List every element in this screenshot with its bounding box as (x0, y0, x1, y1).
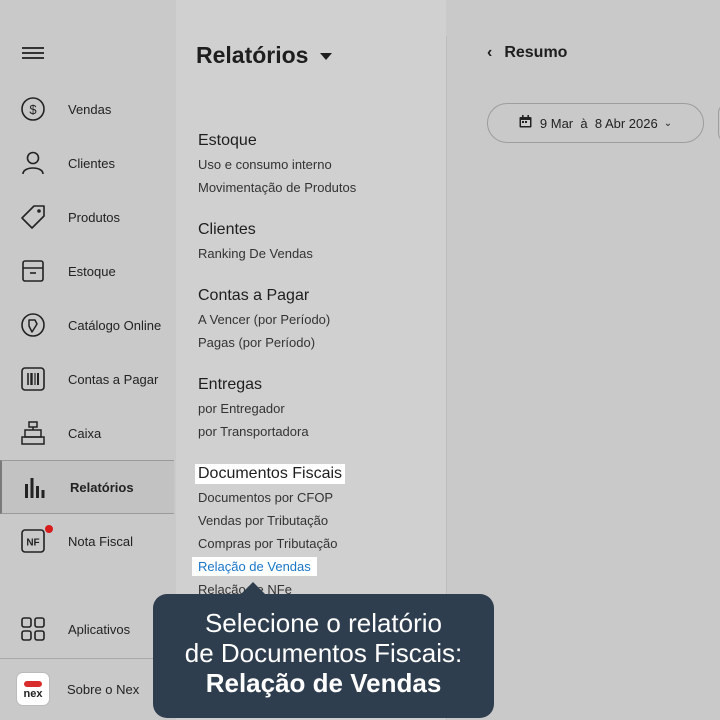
sidebar-item-label: Produtos (68, 209, 121, 225)
sidebar-item-label: Nota Fiscal (68, 533, 134, 549)
bar-chart-icon (22, 474, 48, 500)
tooltip-line: de Documentos Fiscais: (184, 638, 463, 668)
sidebar-item-sobre-o-nex[interactable]: nex Sobre o Nex (0, 662, 176, 716)
sidebar-item-label: Sobre o Nex (67, 681, 140, 697)
sidebar-item-aplicativos[interactable]: Aplicativos (0, 602, 176, 656)
report-link[interactable]: A Vencer (por Período) (198, 312, 330, 327)
report-link[interactable]: por Transportadora (198, 424, 309, 439)
sidebar-item-label: Vendas (68, 101, 112, 117)
barcode-icon (20, 366, 46, 392)
nf-icon: NF (20, 528, 46, 554)
chevron-left-icon: ‹ (487, 44, 493, 61)
tooltip-line: Selecione o relatório (204, 608, 443, 638)
tag-icon (20, 204, 46, 230)
section-title-entregas: Entregas (198, 376, 263, 393)
date-range-text: 9 Mar à 8 Abr 2026 (539, 115, 658, 131)
sidebar-item-clientes[interactable]: Clientes (0, 136, 176, 190)
report-link[interactable]: Ranking De Vendas (198, 246, 313, 261)
menu-icon[interactable] (22, 44, 44, 62)
page-title: Relatórios (196, 42, 309, 68)
sidebar: $ Vendas Clientes Produtos Estoque Catál… (0, 0, 176, 720)
report-link[interactable]: Documentos por CFOP (198, 490, 333, 505)
apps-grid-icon (20, 616, 46, 642)
dollar-circle-icon: $ (20, 96, 46, 122)
svg-text:NF: NF (26, 538, 39, 549)
report-link[interactable]: Vendas por Tributação (198, 513, 328, 528)
sidebar-item-produtos[interactable]: Produtos (0, 190, 176, 244)
sidebar-item-vendas[interactable]: $ Vendas (0, 82, 176, 136)
sidebar-item-caixa[interactable]: Caixa (0, 406, 176, 460)
tooltip: Selecione o relatório de Documentos Fisc… (153, 594, 494, 718)
report-link-relacao-de-vendas[interactable]: Relação de Vendas (192, 557, 317, 576)
sidebar-item-label: Catálogo Online (68, 317, 162, 333)
chevron-down-icon: ⌄ (663, 117, 673, 129)
report-link[interactable]: Uso e consumo interno (198, 157, 332, 172)
sidebar-item-label: Clientes (68, 155, 115, 171)
caret-down-icon (320, 53, 333, 60)
box-icon (20, 258, 46, 284)
cash-register-icon (20, 420, 46, 446)
sidebar-item-label: Aplicativos (68, 621, 131, 637)
report-link[interactable]: Pagas (por Período) (198, 335, 315, 350)
sidebar-item-label: Caixa (68, 425, 102, 441)
sidebar-item-label: Contas a Pagar (68, 371, 159, 387)
back-button[interactable]: ‹ Resumo (487, 44, 567, 62)
report-link[interactable]: Compras por Tributação (198, 536, 337, 551)
section-title-contas-a-pagar: Contas a Pagar (198, 287, 310, 304)
reports-dropdown[interactable]: Relatórios (196, 42, 333, 69)
sidebar-item-nota-fiscal[interactable]: NF Nota Fiscal (0, 514, 176, 568)
notification-dot (45, 525, 53, 533)
sidebar-item-catalogo-online[interactable]: Catálogo Online (0, 298, 176, 352)
sidebar-item-contas-a-pagar[interactable]: Contas a Pagar (0, 352, 176, 406)
sidebar-divider (0, 658, 176, 659)
catalog-icon (20, 312, 46, 338)
user-icon (20, 150, 46, 176)
section-title-documentos-fiscais: Documentos Fiscais (195, 464, 346, 484)
sidebar-item-label: Estoque (68, 263, 116, 279)
back-label: Resumo (504, 44, 568, 61)
report-link[interactable]: Movimentação de Produtos (198, 180, 356, 195)
section-title-clientes: Clientes (198, 221, 256, 238)
calendar-icon (519, 115, 532, 131)
nex-logo-icon: nex (16, 672, 50, 706)
svg-text:$: $ (29, 102, 37, 117)
report-link[interactable]: por Entregador (198, 401, 285, 416)
tooltip-line-bold: Relação de Vendas (205, 668, 442, 698)
sidebar-item-label: Relatórios (70, 479, 134, 495)
date-range-picker[interactable]: 9 Mar à 8 Abr 2026 ⌄ (487, 103, 704, 143)
sidebar-item-estoque[interactable]: Estoque (0, 244, 176, 298)
sidebar-item-relatorios[interactable]: Relatórios (0, 460, 174, 514)
section-title-estoque: Estoque (198, 132, 257, 149)
